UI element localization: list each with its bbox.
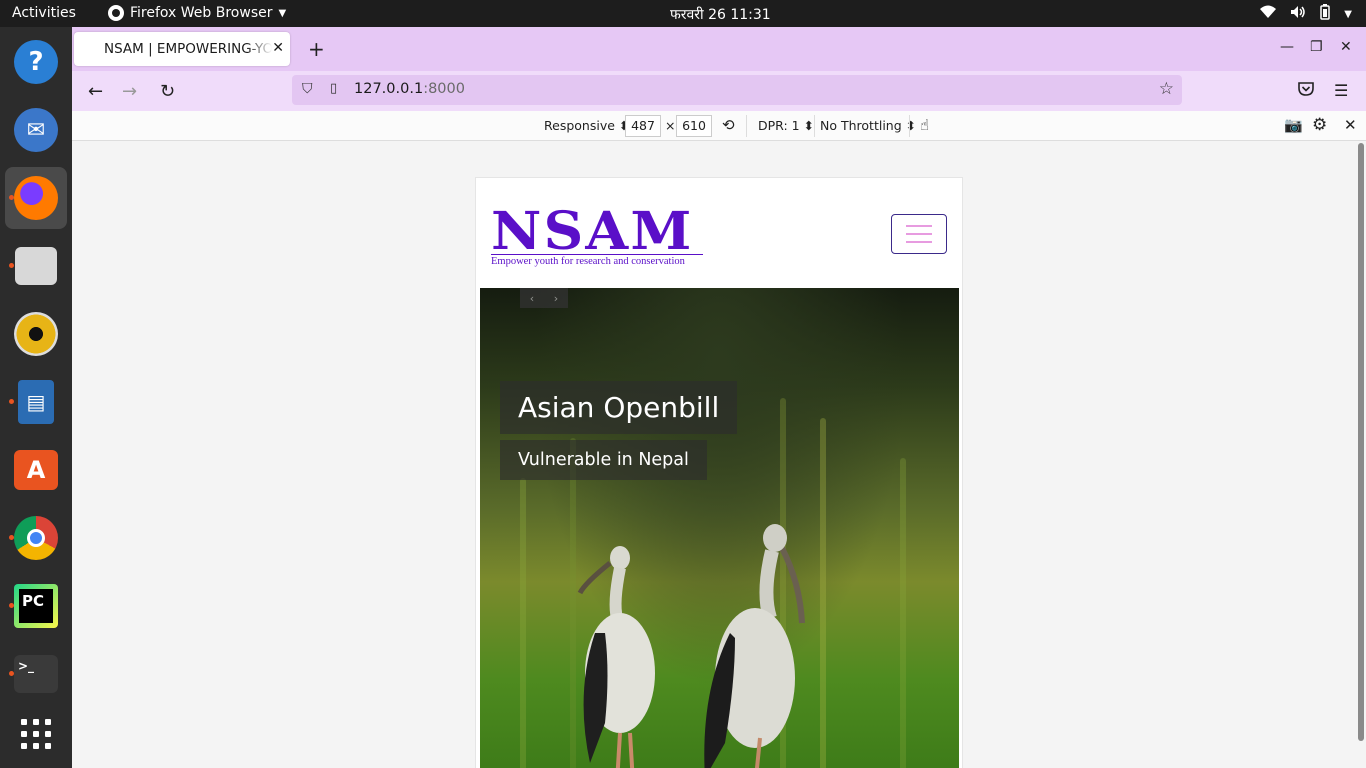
running-indicator [9,263,14,268]
new-tab-button[interactable]: + [308,37,325,61]
dock-thunderbird[interactable]: ✉ [5,99,67,161]
hamburger-bar [906,233,932,235]
rotate-viewport-icon[interactable]: ⟲ [722,116,735,134]
url-text[interactable]: 127.0.0.1:8000 [354,81,465,97]
terminal-icon: >_ [14,655,58,693]
carousel-caption-subtitle: Vulnerable in Nepal [500,440,707,480]
dock-software[interactable]: A [5,439,67,501]
hamburger-bar [906,241,932,243]
running-indicator [9,671,14,676]
carousel-caption-title: Asian Openbill [500,381,738,434]
running-indicator [9,535,14,540]
back-button[interactable]: ← [88,81,103,102]
screenshot-icon[interactable]: 📷 [1284,116,1303,134]
dock-writer[interactable]: ▤ [5,371,67,433]
carousel-controls: ‹ › [520,288,568,308]
grass-decoration [520,478,526,768]
dock-chrome[interactable] [5,507,67,569]
system-tray[interactable]: ▼ [1260,4,1352,24]
document-icon: ▤ [18,380,54,424]
forward-button[interactable]: → [122,81,137,102]
close-rdm-icon[interactable]: ✕ [1344,116,1357,134]
dock-files[interactable] [5,235,67,297]
site-navbar: NSAM Empower youth for research and cons… [476,178,962,288]
firefox-icon [14,176,58,220]
divider [814,115,815,137]
hero-carousel[interactable]: ‹ › Asian Openbill Vulnerable in Nepal [480,288,959,768]
help-icon: ? [14,40,58,84]
carousel-next-button[interactable]: › [554,292,558,305]
running-indicator [9,603,14,608]
shield-icon[interactable]: ⛉ [302,81,313,97]
dock-terminal[interactable]: >_ [5,643,67,705]
dock-pycharm[interactable]: PC [5,575,67,637]
chrome-icon [14,516,58,560]
dock-help[interactable]: ? [5,31,67,93]
settings-gear-icon[interactable]: ⚙ [1312,115,1327,135]
device-selector[interactable]: Responsive ⬍ [544,118,629,133]
volume-icon [1290,5,1306,23]
emulated-page: NSAM Empower youth for research and cons… [475,177,963,768]
tab-nsam[interactable]: NSAM | EMPOWERING-YOUTH ✕ [74,32,290,66]
firefox-icon [108,5,124,21]
throttling-selector[interactable]: No Throttling ⬍ [820,118,916,133]
openbill-bird-left [577,546,655,768]
pycharm-icon: PC [14,584,58,628]
rdm-viewport-area: NSAM Empower youth for research and cons… [72,141,1366,768]
show-applications-button[interactable] [5,703,67,765]
tab-strip: NSAM | EMPOWERING-YOUTH ✕ + — ❐ ✕ [72,27,1366,71]
site-logo[interactable]: NSAM Empower youth for research and cons… [491,206,703,267]
touch-simulation-icon[interactable]: ☝ [920,116,929,134]
viewport-height-input[interactable]: 610 [676,115,712,137]
grass-decoration [900,458,906,768]
mail-icon: ✉ [14,108,58,152]
dimension-separator: × [665,118,676,133]
battery-icon [1320,4,1331,24]
clock[interactable]: फरवरी 26 11:31 [670,5,771,24]
folder-icon [15,247,57,285]
navigation-toolbar: ← → ↻ ⛉ ▯ 127.0.0.1:8000 ☆ ☰ [72,71,1366,111]
logo-text: NSAM [491,201,694,262]
restore-button[interactable]: ❐ [1310,39,1323,55]
software-center-icon: A [14,450,58,490]
close-tab-icon[interactable]: ✕ [272,40,284,56]
openbill-bird-right [704,524,805,768]
firefox-window: NSAM | EMPOWERING-YOUTH ✕ + — ❐ ✕ ← → ↻ … [72,27,1366,768]
tab-title: NSAM | EMPOWERING-YOUTH [104,41,272,57]
bookmark-star-icon[interactable]: ☆ [1159,79,1174,99]
dock-firefox[interactable] [5,167,67,229]
hamburger-bar [906,225,932,227]
viewport-width-input[interactable]: 487 [625,115,661,137]
close-window-button[interactable]: ✕ [1340,39,1352,55]
dpr-selector[interactable]: DPR: 1 ⬍ [758,118,814,133]
chevron-down-icon: ▼ [278,7,287,19]
menu-icon[interactable]: ☰ [1334,81,1348,100]
speaker-icon [14,312,58,356]
dock: ? ✉ ▤ A PC >_ [0,27,72,768]
carousel-prev-button[interactable]: ‹ [530,292,534,305]
system-top-bar: Activities Firefox Web Browser ▼ फरवरी 2… [0,0,1366,27]
wifi-icon [1260,5,1277,23]
address-bar[interactable]: ⛉ ▯ 127.0.0.1:8000 ☆ [292,75,1182,105]
navbar-toggler-button[interactable] [891,214,947,254]
app-menu-label: Firefox Web Browser [130,5,273,21]
reload-button[interactable]: ↻ [160,81,175,102]
chevron-down-icon: ▼ [1344,8,1352,20]
running-indicator [9,195,14,200]
pocket-icon[interactable] [1298,81,1314,100]
dock-rhythmbox[interactable] [5,303,67,365]
grass-decoration [820,418,826,768]
app-menu[interactable]: Firefox Web Browser ▼ [108,5,286,21]
apps-grid-icon [21,719,51,749]
page-scrollbar[interactable] [1358,143,1364,741]
running-indicator [9,399,14,404]
minimize-button[interactable]: — [1280,39,1294,55]
responsive-design-toolbar: Responsive ⬍ 487 × 610 ⟲ DPR: 1 ⬍ No Thr… [72,111,1366,141]
page-icon: ▯ [330,81,338,96]
activities-button[interactable]: Activities [12,5,76,21]
divider [746,115,747,137]
divider [909,115,910,137]
